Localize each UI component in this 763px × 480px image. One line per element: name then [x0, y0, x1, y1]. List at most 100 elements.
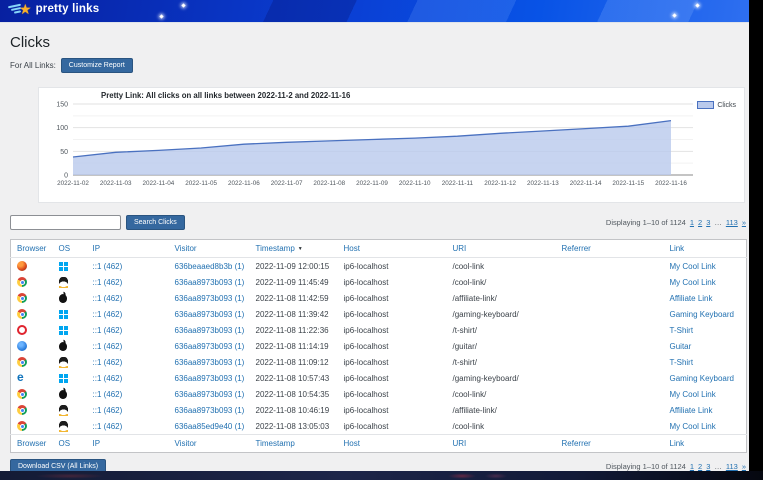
column-header-referrer[interactable]: Referrer	[556, 240, 664, 258]
clicks-area-chart: 0501001502022-11-022022-11-032022-11-042…	[41, 92, 741, 197]
logo-text: pretty links	[36, 3, 100, 15]
ip-link[interactable]: ::1 (462)	[93, 342, 123, 351]
ip-link[interactable]: ::1 (462)	[93, 422, 123, 431]
ip-link[interactable]: ::1 (462)	[93, 358, 123, 367]
column-header-os[interactable]: OS	[53, 435, 87, 453]
pretty-links-admin-page: ★ pretty links Clicks For All Links: Cus…	[0, 0, 749, 471]
visitor-link[interactable]: 636aa8973b093 (1)	[175, 358, 245, 367]
link-link[interactable]: My Cool Link	[670, 390, 716, 399]
for-all-links-label: For All Links:	[10, 61, 56, 70]
ip-link[interactable]: ::1 (462)	[93, 406, 123, 415]
page-link-1[interactable]: 1	[690, 218, 694, 227]
visitor-link[interactable]: 636aa8973b093 (1)	[175, 342, 245, 351]
column-header-ip[interactable]: IP	[87, 240, 169, 258]
column-header-ip[interactable]: IP	[87, 435, 169, 453]
link-link[interactable]: T-Shirt	[670, 326, 694, 335]
desktop-bottom-strip	[0, 471, 763, 480]
svg-text:2022-11-13: 2022-11-13	[527, 180, 559, 187]
sparkle-icon	[181, 3, 185, 7]
next-page-link[interactable]: »	[742, 218, 746, 227]
ip-link[interactable]: ::1 (462)	[93, 294, 123, 303]
search-input[interactable]	[10, 215, 121, 230]
link-link[interactable]: Affiliate Link	[670, 406, 713, 415]
customize-report-button[interactable]: Customize Report	[61, 58, 133, 73]
table-row: ::1 (462) 636aa8973b093 (1) 2022-11-08 11:…	[11, 290, 747, 306]
page-link-2[interactable]: 2	[698, 218, 702, 227]
referrer-cell	[556, 386, 664, 402]
bottom-row: Download CSV (All Links) Displaying 1–10…	[10, 459, 746, 471]
ip-link[interactable]: ::1 (462)	[93, 374, 123, 383]
search-clicks-button[interactable]: Search Clicks	[126, 215, 185, 230]
link-link[interactable]: T-Shirt	[670, 358, 694, 367]
link-link[interactable]: Gaming Keyboard	[670, 374, 734, 383]
column-header-visitor[interactable]: Visitor	[169, 240, 250, 258]
chrome-browser-icon	[17, 421, 27, 431]
apple-os-icon	[59, 390, 67, 399]
column-header-browser[interactable]: Browser	[11, 240, 53, 258]
link-link[interactable]: My Cool Link	[670, 422, 716, 431]
column-header-browser[interactable]: Browser	[11, 435, 53, 453]
visitor-link[interactable]: 636aa8973b093 (1)	[175, 310, 245, 319]
pretty-links-logo: ★ pretty links	[8, 2, 99, 16]
browser-cell	[11, 306, 53, 322]
link-link[interactable]: My Cool Link	[670, 278, 716, 287]
column-header-link[interactable]: Link	[664, 435, 747, 453]
visitor-link[interactable]: 636aa85ed9e40 (1)	[175, 422, 245, 431]
svg-text:2022-11-15: 2022-11-15	[612, 180, 644, 187]
screen: ★ pretty links Clicks For All Links: Cus…	[0, 0, 763, 480]
link-link[interactable]: My Cool Link	[670, 262, 716, 271]
logo-wings-icon	[8, 3, 21, 15]
page-link-1[interactable]: 1	[690, 462, 694, 471]
column-header-os[interactable]: OS	[53, 240, 87, 258]
column-header-visitor[interactable]: Visitor	[169, 435, 250, 453]
chrome-browser-icon	[17, 389, 27, 399]
host-cell: ip6-localhost	[338, 290, 447, 306]
column-header-host[interactable]: Host	[338, 435, 447, 453]
ip-link[interactable]: ::1 (462)	[93, 278, 123, 287]
page-link-3[interactable]: 3	[706, 218, 710, 227]
svg-text:0: 0	[64, 173, 68, 180]
page-link-3[interactable]: 3	[706, 462, 710, 471]
os-cell	[53, 354, 87, 370]
host-cell: ip6-localhost	[338, 386, 447, 402]
visitor-link[interactable]: 636aa8973b093 (1)	[175, 374, 245, 383]
visitor-link[interactable]: 636aa8973b093 (1)	[175, 294, 245, 303]
referrer-cell	[556, 290, 664, 306]
displaying-text: Displaying 1–10 of 1124	[606, 462, 686, 471]
page-link-2[interactable]: 2	[698, 462, 702, 471]
column-header-link[interactable]: Link	[664, 240, 747, 258]
visitor-link[interactable]: 636aa8973b093 (1)	[175, 406, 245, 415]
column-header-referrer[interactable]: Referrer	[556, 435, 664, 453]
visitor-link[interactable]: 636aa8973b093 (1)	[175, 278, 245, 287]
column-header-timestamp[interactable]: Timestamp▼	[250, 240, 338, 258]
column-header-timestamp[interactable]: Timestamp	[250, 435, 338, 453]
ip-link[interactable]: ::1 (462)	[93, 326, 123, 335]
ip-link[interactable]: ::1 (462)	[93, 262, 123, 271]
uri-cell: /cool-link/	[447, 386, 556, 402]
svg-text:2022-11-12: 2022-11-12	[484, 180, 516, 187]
timestamp-cell: 2022-11-08 10:54:35	[250, 386, 338, 402]
os-cell	[53, 258, 87, 275]
link-link[interactable]: Gaming Keyboard	[670, 310, 734, 319]
link-link[interactable]: Guitar	[670, 342, 692, 351]
ip-link[interactable]: ::1 (462)	[93, 310, 123, 319]
visitor-link[interactable]: 636aa8973b093 (1)	[175, 390, 245, 399]
download-csv-button[interactable]: Download CSV (All Links)	[10, 459, 106, 471]
page-link-113[interactable]: 113	[726, 462, 738, 471]
page-link-113[interactable]: 113	[726, 218, 738, 227]
column-header-uri[interactable]: URI	[447, 240, 556, 258]
visitor-link[interactable]: 636beaaed8b3b (1)	[175, 262, 245, 271]
column-header-host[interactable]: Host	[338, 240, 447, 258]
ip-link[interactable]: ::1 (462)	[93, 390, 123, 399]
browser-cell	[11, 418, 53, 435]
column-header-uri[interactable]: URI	[447, 435, 556, 453]
visitor-link[interactable]: 636aa8973b093 (1)	[175, 326, 245, 335]
uri-cell: /affiliate-link/	[447, 402, 556, 418]
timestamp-cell: 2022-11-08 11:09:12	[250, 354, 338, 370]
table-row: ::1 (462)636aa85ed9e40 (1)2022-11-08 13:…	[11, 418, 747, 435]
link-link[interactable]: Affiliate Link	[670, 294, 713, 303]
svg-text:100: 100	[56, 125, 68, 132]
next-page-link[interactable]: »	[742, 462, 746, 471]
timestamp-cell: 2022-11-08 11:42:59	[250, 290, 338, 306]
table-row: ::1 (462)636aa8973b093 (1)2022-11-08 10:…	[11, 402, 747, 418]
